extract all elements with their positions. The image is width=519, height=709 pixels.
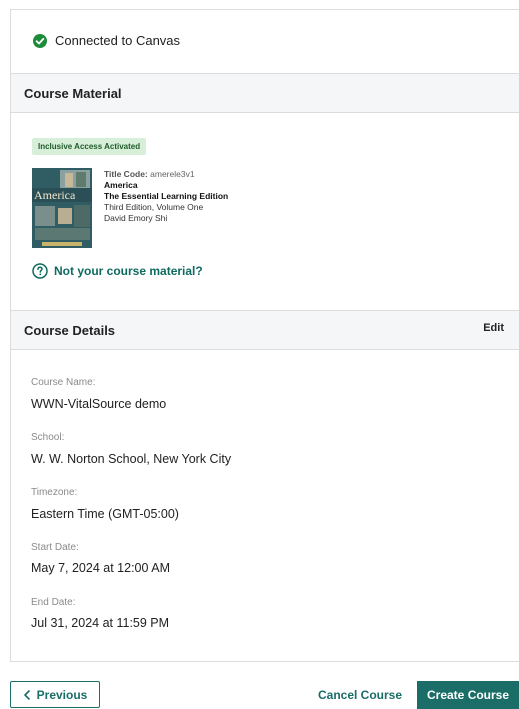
not-your-course-material-text: Not your course material? [54,264,203,278]
inclusive-access-badge: Inclusive Access Activated [32,138,147,155]
course-details-title: Course Details [24,322,116,338]
course-name-value: WWN-VitalSource demo [31,397,167,411]
school-value: W. W. Norton School, New York City [31,452,232,466]
book-cover-image: America [32,168,92,248]
book-author: David Emory Shi [104,213,168,223]
start-date-value: May 7, 2024 at 12:00 AM [31,561,170,575]
book-cover-art: America [32,168,92,248]
previous-button-label: Previous [36,687,88,702]
start-date-label: Start Date: [31,542,79,553]
edit-course-details-button[interactable]: Edit [483,322,504,334]
course-name-label: Course Name: [31,377,96,388]
school-label: School: [31,432,65,443]
connection-status-text: Connected to Canvas [55,33,181,48]
book-info: Title Code: amerele3v1 America The Essen… [104,169,228,224]
book-subtitle: The Essential Learning Edition [104,191,229,201]
cancel-course-button[interactable]: Cancel Course [308,681,412,708]
end-date-label: End Date: [31,597,76,608]
not-your-course-material-link[interactable]: Not your course material? [32,263,203,279]
course-details-header: Course Details Edit [11,310,519,350]
course-setup-panel: Connected to Canvas Course Material Incl… [10,9,519,662]
previous-button[interactable]: Previous [10,681,100,708]
timezone-label: Timezone: [31,487,78,498]
book-title: America [104,180,138,190]
chevron-left-icon [23,689,30,700]
course-material-title: Course Material [24,85,122,101]
timezone-value: Eastern Time (GMT-05:00) [31,507,179,521]
end-date-value: Jul 31, 2024 at 11:59 PM [31,616,170,630]
question-circle-icon [32,263,48,279]
book-cover-title: America [34,188,76,202]
check-circle-icon [33,33,47,48]
book-edition: Third Edition, Volume One [104,202,204,212]
title-code-row: Title Code: amerele3v1 [104,169,228,180]
title-code-value: amerele3v1 [150,169,195,179]
title-code-label: Title Code: [104,169,148,179]
connection-status: Connected to Canvas [33,33,180,48]
create-course-button[interactable]: Create Course [417,681,519,709]
course-material-header: Course Material [11,73,519,113]
